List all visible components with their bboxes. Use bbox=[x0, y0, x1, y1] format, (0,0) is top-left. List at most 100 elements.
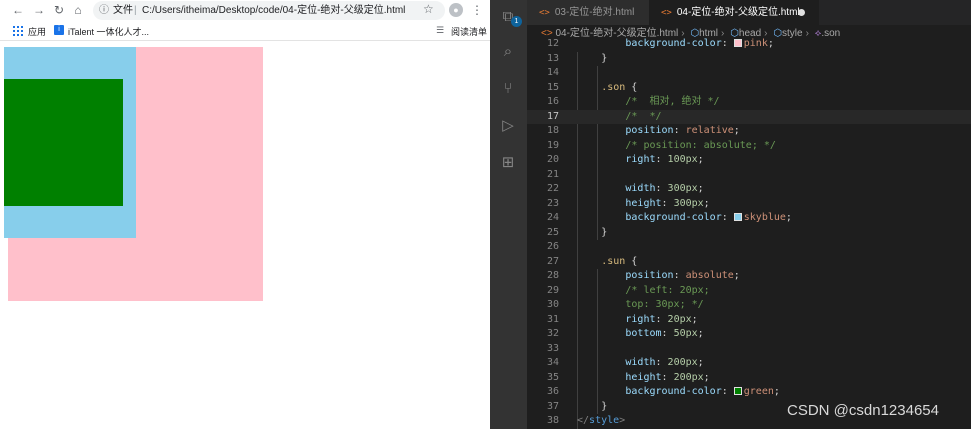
tab-04-html[interactable]: <> 04-定位-绝对-父级定位.html bbox=[649, 0, 819, 25]
code-line[interactable]: 26 bbox=[527, 240, 971, 255]
bookmark-star-icon[interactable]: ☆ bbox=[423, 0, 434, 19]
forward-arrow-icon[interactable]: → bbox=[31, 2, 47, 18]
css-value: pink bbox=[743, 38, 768, 49]
code-line[interactable]: 12 background-color: pink; bbox=[527, 37, 971, 52]
bookmark-italent[interactable]: iTalent 一体化人才... bbox=[68, 25, 149, 38]
line-number: 15 bbox=[546, 81, 559, 93]
code-line[interactable]: 16 /* 相对, 绝对 */ bbox=[527, 95, 971, 110]
css-value: 20px bbox=[667, 313, 692, 325]
line-number: 18 bbox=[546, 125, 559, 136]
source-control-icon[interactable]: ⑂ bbox=[499, 80, 517, 98]
activity-bar: ⧉ 1 ⌕ ⑂ ▷ ⊞ bbox=[490, 0, 527, 429]
browser-toolbar: ← → ↻ ⌂ ⓘ 文件 | C:/Users/itheima/Desktop/… bbox=[0, 0, 490, 21]
code-text: height: 200px; bbox=[625, 371, 709, 386]
line-number: 37 bbox=[546, 400, 559, 412]
tab-label: 04-定位-绝对-父级定位.html bbox=[676, 7, 800, 18]
unsaved-dot-icon[interactable] bbox=[798, 9, 805, 16]
line-number: 29 bbox=[546, 284, 559, 296]
code-line[interactable]: 31 right: 20px; bbox=[527, 313, 971, 328]
punctuation: ; bbox=[733, 270, 740, 281]
punctuation: : bbox=[661, 197, 674, 209]
css-value: 100px bbox=[667, 154, 698, 165]
color-swatch-icon[interactable] bbox=[733, 213, 742, 221]
code-text: background-color: skyblue; bbox=[625, 211, 792, 226]
address-prefix: 文件 bbox=[113, 5, 133, 16]
code-editor[interactable]: 12 background-color: pink; 13} 14 15 .son {16… bbox=[527, 36, 971, 429]
code-line[interactable]: 29 /* left: 20px; bbox=[527, 284, 971, 299]
color-swatch-icon[interactable] bbox=[733, 39, 742, 47]
color-swatch-icon[interactable] bbox=[733, 387, 742, 395]
code-line[interactable]: 32 bottom: 50px; bbox=[527, 327, 971, 342]
code-line[interactable]: 23 height: 300px; bbox=[527, 197, 971, 212]
line-number: 34 bbox=[546, 357, 559, 368]
code-line[interactable]: 18 position: relative; bbox=[527, 124, 971, 139]
line-number: 38 bbox=[546, 415, 559, 426]
punctuation: : bbox=[655, 154, 668, 165]
code-line[interactable]: 25} bbox=[527, 226, 971, 241]
css-property: width bbox=[625, 183, 656, 194]
bookmark-apps[interactable]: 应用 bbox=[28, 25, 46, 38]
browser-menu-icon[interactable]: ⋮ bbox=[471, 2, 483, 18]
code-line[interactable]: 34 width: 200px; bbox=[527, 356, 971, 371]
code-comment: /* 相对, 绝对 */ bbox=[625, 96, 720, 107]
punctuation: </ bbox=[577, 415, 590, 426]
code-line[interactable]: 15 .son { bbox=[527, 81, 971, 96]
line-number: 17 bbox=[546, 110, 559, 122]
code-line[interactable]: 19 /* position: absolute; */ bbox=[527, 139, 971, 154]
code-line[interactable]: 22 width: 300px; bbox=[527, 182, 971, 197]
line-number: 23 bbox=[546, 197, 559, 209]
css-value: 200px bbox=[667, 357, 698, 368]
code-comment: /* left: 20px; bbox=[625, 284, 710, 296]
line-number: 13 bbox=[546, 52, 559, 64]
code-line[interactable]: 28 position: absolute; bbox=[527, 269, 971, 284]
code-line[interactable]: 33 bbox=[527, 342, 971, 357]
extensions-icon[interactable]: ⊞ bbox=[499, 154, 517, 172]
css-property: position bbox=[625, 125, 674, 136]
line-number: 28 bbox=[546, 270, 559, 281]
reading-list-button[interactable]: 阅读清单 bbox=[451, 25, 487, 38]
reload-icon[interactable]: ↻ bbox=[51, 2, 67, 18]
code-line[interactable]: 36 background-color: green; bbox=[527, 385, 971, 400]
punctuation: : bbox=[721, 386, 734, 397]
code-line[interactable]: 27 .sun { bbox=[527, 255, 971, 270]
address-url[interactable]: C:/Users/itheima/Desktop/code/04-定位-绝对-父… bbox=[142, 1, 405, 20]
code-line[interactable]: 24 background-color: skyblue; bbox=[527, 211, 971, 226]
line-number: 16 bbox=[546, 96, 559, 107]
css-selector: .son bbox=[601, 81, 626, 93]
punctuation: { bbox=[625, 81, 638, 93]
code-line[interactable]: 20 right: 100px; bbox=[527, 153, 971, 168]
italent-favicon-icon: i bbox=[54, 25, 64, 35]
code-line[interactable]: 13} bbox=[527, 52, 971, 67]
address-bar[interactable]: ⓘ 文件 | C:/Users/itheima/Desktop/code/04-… bbox=[93, 1, 445, 20]
css-property: height bbox=[625, 197, 662, 209]
home-icon[interactable]: ⌂ bbox=[70, 2, 86, 18]
css-property: background-color bbox=[625, 38, 722, 49]
reading-list-icon[interactable]: ☰ bbox=[436, 25, 444, 36]
punctuation: : bbox=[673, 125, 686, 136]
search-icon[interactable]: ⌕ bbox=[499, 43, 517, 61]
run-debug-icon[interactable]: ▷ bbox=[499, 117, 517, 135]
code-text: /* left: 20px; bbox=[625, 284, 709, 299]
line-number: 26 bbox=[546, 241, 559, 252]
html-file-icon: <> bbox=[539, 8, 550, 18]
css-value: 300px bbox=[673, 197, 704, 209]
code-line[interactable]: 17 /* */ bbox=[527, 109, 971, 125]
profile-avatar-icon[interactable]: ● bbox=[449, 3, 463, 17]
line-number: 14 bbox=[546, 67, 559, 78]
css-property: right bbox=[625, 154, 656, 165]
browser-window: ← → ↻ ⌂ ⓘ 文件 | C:/Users/itheima/Desktop/… bbox=[0, 0, 490, 429]
code-line[interactable]: 21 bbox=[527, 168, 971, 183]
code-line[interactable]: 14 bbox=[527, 66, 971, 81]
code-line[interactable]: 35 height: 200px; bbox=[527, 371, 971, 386]
back-arrow-icon[interactable]: ← bbox=[10, 2, 26, 18]
code-text: background-color: green; bbox=[625, 385, 780, 400]
css-value: green bbox=[743, 386, 774, 397]
code-line[interactable]: 30 top: 30px; */ bbox=[527, 298, 971, 313]
tab-03-html[interactable]: <> 03-定位-绝对.html bbox=[527, 0, 649, 25]
apps-grid-icon[interactable] bbox=[13, 26, 23, 36]
punctuation: ; bbox=[697, 328, 704, 339]
site-info-icon[interactable]: ⓘ bbox=[99, 1, 109, 20]
code-text: /* */ bbox=[625, 110, 661, 125]
punctuation: { bbox=[625, 255, 638, 267]
css-value: 50px bbox=[673, 328, 698, 339]
